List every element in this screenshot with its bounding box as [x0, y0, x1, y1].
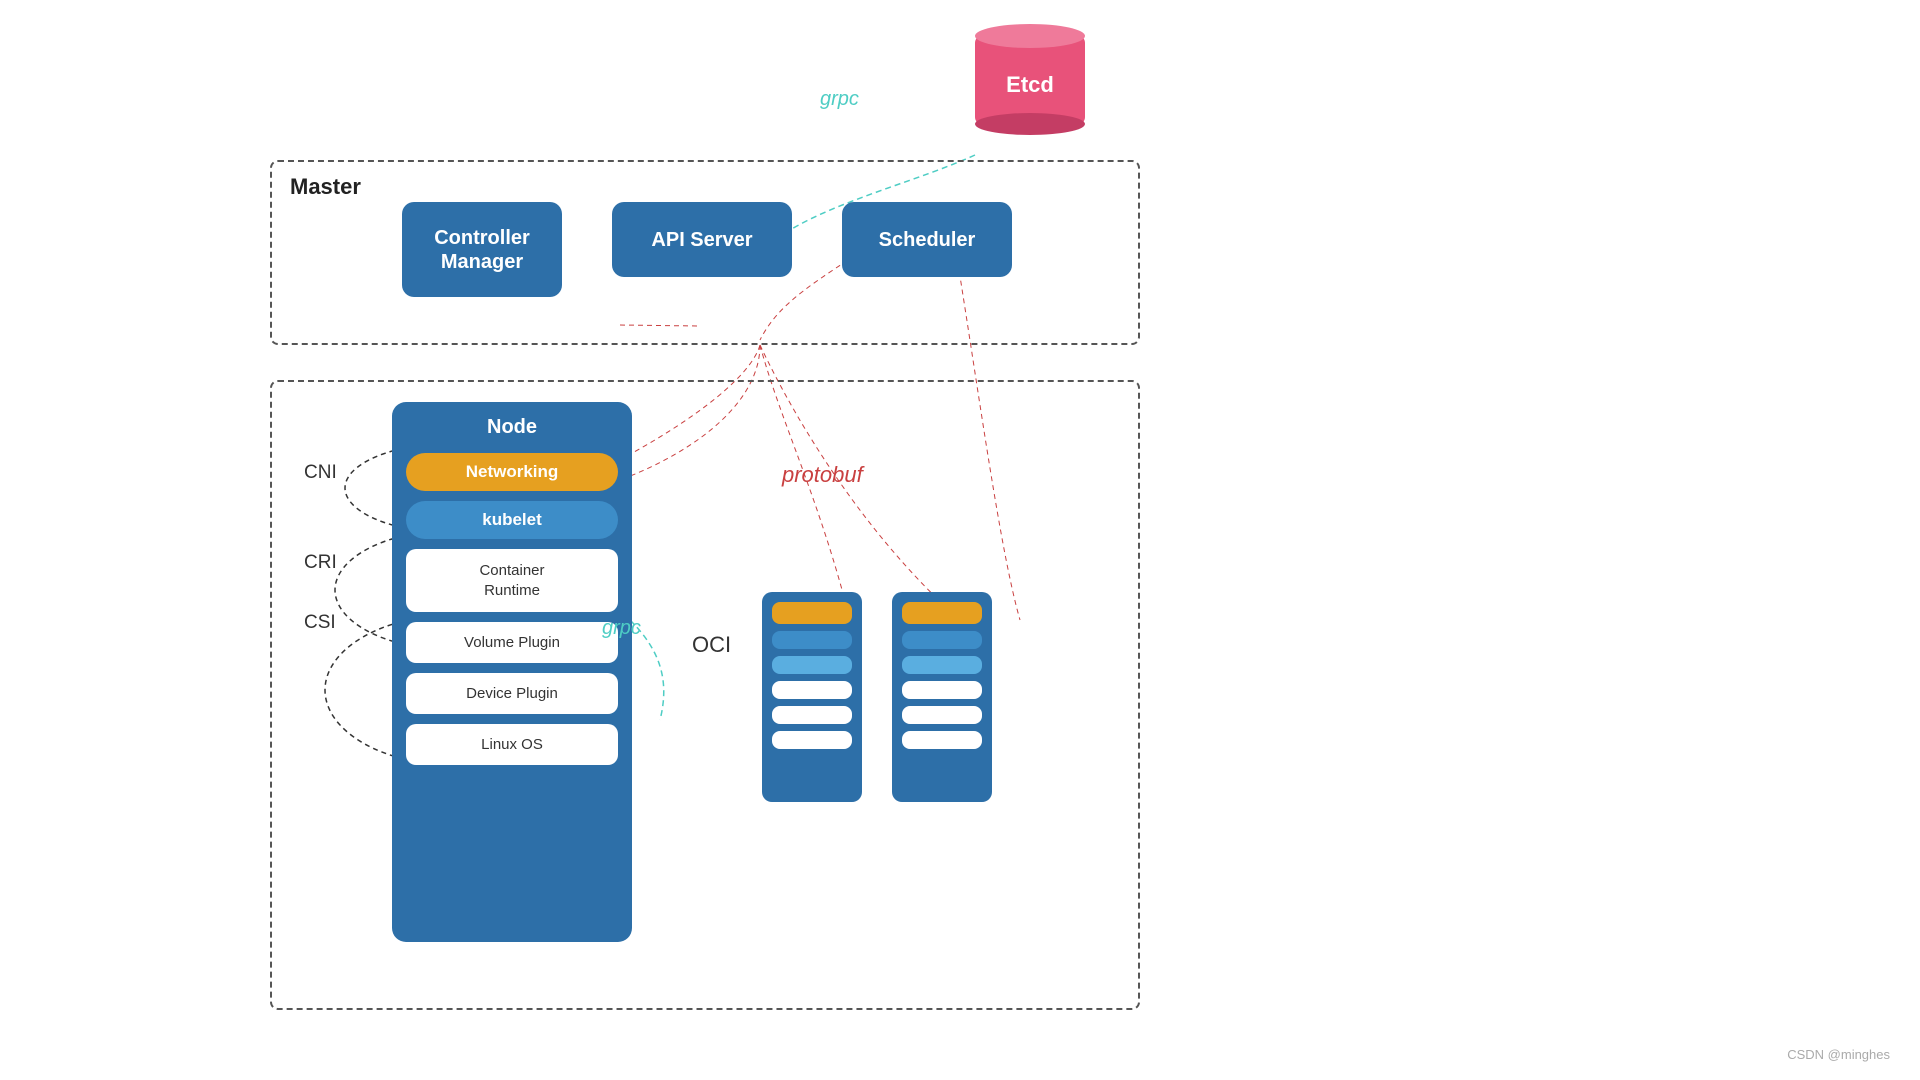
- grpc-top-label: grpc: [820, 88, 859, 111]
- mini-node-1: [762, 592, 862, 802]
- device-plugin-label: Device Plugin: [466, 685, 558, 702]
- mini-node-2-white-3: [902, 731, 982, 749]
- mini-node-1-white-3: [772, 731, 852, 749]
- cni-label: CNI: [304, 462, 337, 484]
- oci-label: OCI: [692, 632, 731, 658]
- mini-node-2-orange: [902, 602, 982, 624]
- volume-plugin-label: Volume Plugin: [464, 634, 560, 651]
- etcd-component: Etcd: [970, 35, 1090, 155]
- mini-node-2-blue-dark: [902, 631, 982, 649]
- mini-node-1-white-1: [772, 681, 852, 699]
- mini-node-2-blue-med: [902, 656, 982, 674]
- diagram-container: Etcd grpc Master Controller Manager API …: [0, 0, 1920, 1080]
- grpc-bottom-label: grpc: [602, 617, 641, 640]
- kubelet-component: kubelet: [406, 501, 618, 539]
- linux-os-component: Linux OS: [406, 724, 618, 765]
- scheduler-label: Scheduler: [879, 228, 976, 252]
- mini-node-1-blue-dark: [772, 631, 852, 649]
- api-server-btn: API Server: [612, 202, 792, 277]
- container-runtime-component: Container Runtime: [406, 549, 618, 612]
- linux-os-label: Linux OS: [481, 736, 543, 753]
- csi-label: CSI: [304, 612, 336, 634]
- protobuf-label: protobuf: [782, 462, 863, 488]
- mini-node-2: [892, 592, 992, 802]
- device-plugin-component: Device Plugin: [406, 673, 618, 714]
- master-box: Master Controller Manager API Server Sch…: [270, 160, 1140, 345]
- scheduler-btn: Scheduler: [842, 202, 1012, 277]
- node-outer-box: CNI CRI CSI Node Networking kubelet Cont…: [270, 380, 1140, 1010]
- networking-component: Networking: [406, 453, 618, 491]
- container-runtime-label: Container Runtime: [479, 562, 544, 599]
- api-server-label: API Server: [651, 228, 752, 252]
- mini-node-2-white-1: [902, 681, 982, 699]
- mini-node-1-orange: [772, 602, 852, 624]
- watermark: CSDN @minghes: [1787, 1047, 1890, 1062]
- etcd-label: Etcd: [1006, 72, 1054, 98]
- mini-node-1-blue-med: [772, 656, 852, 674]
- volume-plugin-component: Volume Plugin: [406, 622, 618, 663]
- node-title: Node: [487, 416, 537, 439]
- controller-manager-btn: Controller Manager: [402, 202, 562, 297]
- mini-node-1-white-2: [772, 706, 852, 724]
- controller-manager-label: Controller Manager: [434, 226, 530, 274]
- cri-label: CRI: [304, 552, 337, 574]
- master-label: Master: [290, 174, 361, 200]
- kubelet-label: kubelet: [482, 510, 542, 529]
- node-inner-box: Node Networking kubelet Container Runtim…: [392, 402, 632, 942]
- mini-node-2-white-2: [902, 706, 982, 724]
- networking-label: Networking: [466, 462, 559, 481]
